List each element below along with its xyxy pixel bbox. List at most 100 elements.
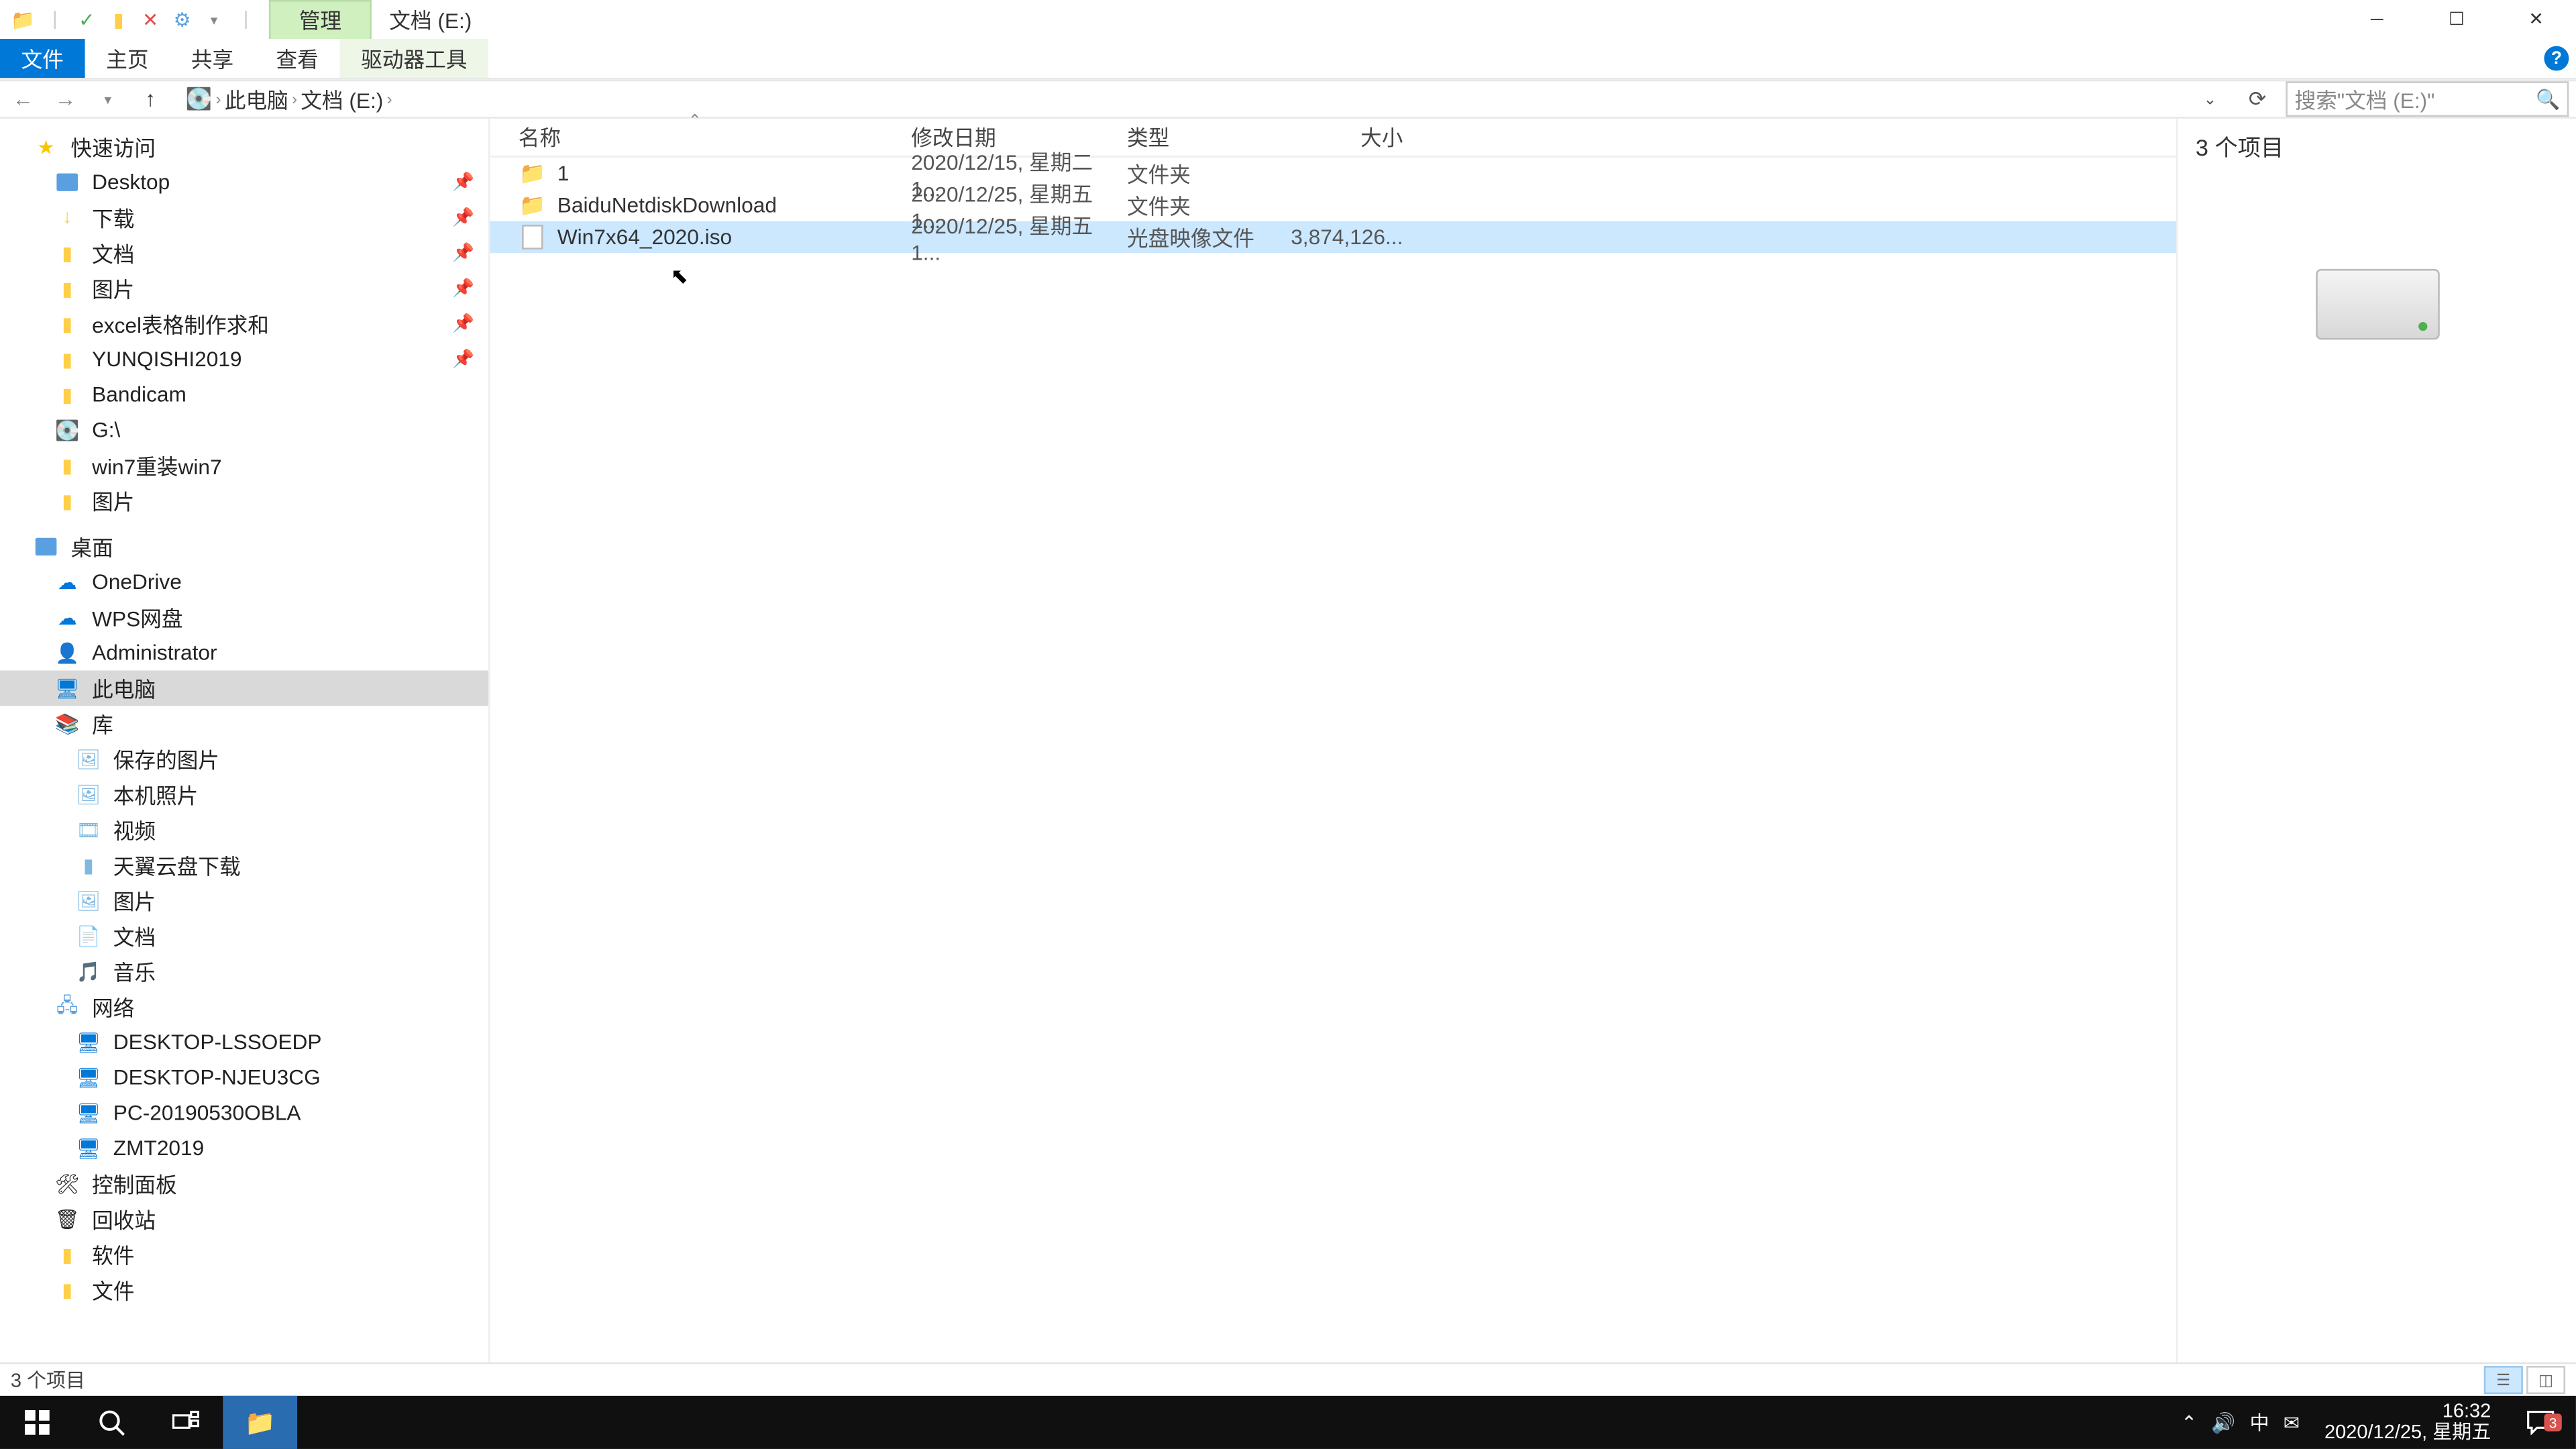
- file-row[interactable]: 📁12020/12/15, 星期二 1...文件夹: [490, 158, 2176, 189]
- contextual-tab-management[interactable]: 管理: [269, 0, 372, 39]
- qat-properties-icon[interactable]: ⚙: [166, 3, 198, 35]
- nav-up-button[interactable]: ↑: [134, 87, 166, 111]
- sidebar-item-pc2[interactable]: 🖥DESKTOP-NJEU3CG: [0, 1060, 488, 1095]
- column-size[interactable]: 大小: [1304, 122, 1410, 152]
- breadcrumb[interactable]: 💽 › 此电脑 › 文档 (E:) › ⌄: [177, 83, 2229, 116]
- sidebar-item-cameraroll[interactable]: 🖼本机照片: [0, 777, 488, 812]
- ime-indicator[interactable]: 中: [2250, 1408, 2269, 1436]
- sidebar-label: 本机照片: [113, 780, 199, 810]
- library-icon: 📚: [53, 711, 81, 736]
- nav-recent-dropdown[interactable]: ▾: [92, 91, 123, 107]
- sidebar-item-music[interactable]: 🎵音乐: [0, 954, 488, 989]
- sidebar-item-pc3[interactable]: 🖥PC-20190530OBLA: [0, 1095, 488, 1130]
- qat-checkbox-icon[interactable]: ✓: [70, 3, 102, 35]
- address-bar-row: ← → ▾ ↑ 💽 › 此电脑 › 文档 (E:) › ⌄ ⟳ 搜索"文档 (E…: [0, 80, 2576, 119]
- file-list[interactable]: ⌃ 名称 修改日期 类型 大小 ⬉ 📁12020/12/15, 星期二 1...…: [490, 119, 2176, 1362]
- sidebar-item-onedrive[interactable]: ☁OneDrive: [0, 564, 488, 600]
- maximize-button[interactable]: ☐: [2417, 0, 2497, 39]
- sidebar-label: excel表格制作求和: [92, 309, 269, 339]
- close-button[interactable]: ✕: [2496, 0, 2576, 39]
- nav-forward-button[interactable]: →: [50, 87, 81, 111]
- chevron-right-icon[interactable]: ›: [216, 91, 221, 108]
- qat-folder-icon[interactable]: ▮: [103, 3, 134, 35]
- column-type[interactable]: 类型: [1127, 122, 1304, 152]
- sidebar-item-bandicam[interactable]: ▮Bandicam: [0, 377, 488, 413]
- taskbar-explorer-button[interactable]: 📁: [223, 1396, 297, 1449]
- volume-icon[interactable]: 🔊: [2211, 1411, 2235, 1434]
- sidebar-item-downloads[interactable]: ↓下载📌: [0, 200, 488, 235]
- ribbon-tab-share[interactable]: 共享: [170, 39, 255, 78]
- ribbon-tab-file[interactable]: 文件: [0, 39, 85, 78]
- sidebar-item-documents3[interactable]: 📄文档: [0, 918, 488, 954]
- nav-back-button[interactable]: ←: [7, 87, 39, 111]
- sidebar-item-this-pc[interactable]: 🖥此电脑: [0, 671, 488, 706]
- sidebar-item-pictures[interactable]: ▮图片📌: [0, 271, 488, 307]
- sidebar-item-file[interactable]: ▮文件: [0, 1272, 488, 1307]
- sidebar-item-wps[interactable]: ☁WPS网盘: [0, 600, 488, 635]
- search-placeholder: 搜索"文档 (E:)": [2295, 84, 2435, 114]
- pc-icon: 🖥: [53, 676, 81, 700]
- minimize-button[interactable]: ─: [2337, 0, 2417, 39]
- sidebar-label: 网络: [92, 991, 134, 1022]
- sidebar-item-gdrive[interactable]: 💽G:\: [0, 412, 488, 447]
- taskbar-clock[interactable]: 16:32 2020/12/25, 星期五: [2314, 1401, 2502, 1444]
- crumb-current[interactable]: 文档 (E:): [301, 84, 383, 114]
- start-button[interactable]: [0, 1396, 74, 1449]
- sidebar-item-admin[interactable]: 👤Administrator: [0, 635, 488, 671]
- sidebar-item-library[interactable]: 📚库: [0, 706, 488, 741]
- sidebar-quick-access[interactable]: ★快速访问: [0, 129, 488, 165]
- sidebar-label: win7重装win7: [92, 450, 222, 480]
- pictures-icon: 🖼: [74, 747, 103, 771]
- search-input[interactable]: 搜索"文档 (E:)" 🔍: [2286, 81, 2569, 117]
- view-large-icons-button[interactable]: ◫: [2526, 1366, 2565, 1394]
- folder-icon: 📁: [519, 191, 547, 219]
- sidebar-item-desktop[interactable]: Desktop📌: [0, 164, 488, 200]
- chevron-right-icon[interactable]: ›: [387, 91, 392, 108]
- pin-icon: 📌: [452, 278, 474, 298]
- column-name[interactable]: 名称: [519, 122, 911, 152]
- task-view-button[interactable]: [149, 1396, 223, 1449]
- folder-icon: ▮: [53, 382, 81, 407]
- search-icon[interactable]: 🔍: [2536, 88, 2560, 111]
- cloud-icon: ☁: [53, 605, 81, 630]
- qat-dropdown-icon[interactable]: ▾: [198, 3, 229, 35]
- address-dropdown-icon[interactable]: ⌄: [2200, 89, 2220, 109]
- sidebar-item-pc1[interactable]: 🖥DESKTOP-LSSOEDP: [0, 1024, 488, 1060]
- sidebar-label: 文件: [92, 1275, 134, 1305]
- ribbon-tab-home[interactable]: 主页: [85, 39, 170, 78]
- sidebar-item-excel[interactable]: ▮excel表格制作求和📌: [0, 306, 488, 341]
- sidebar-item-tianyi[interactable]: ▮天翼云盘下载: [0, 847, 488, 883]
- folder-icon: ▮: [53, 488, 81, 513]
- search-button[interactable]: [74, 1396, 149, 1449]
- tray-overflow-icon[interactable]: ⌃: [2181, 1411, 2197, 1434]
- crumb-this-pc[interactable]: 此电脑: [225, 84, 288, 114]
- refresh-button[interactable]: ⟳: [2240, 87, 2275, 111]
- ribbon-tab-view[interactable]: 查看: [255, 39, 340, 78]
- sidebar-item-software[interactable]: ▮软件: [0, 1236, 488, 1272]
- ribbon-tab-driver-tools[interactable]: 驱动器工具: [340, 39, 489, 78]
- sidebar-item-pc4[interactable]: 🖥ZMT2019: [0, 1130, 488, 1166]
- sidebar-item-savedpics[interactable]: 🖼保存的图片: [0, 741, 488, 777]
- action-center-button[interactable]: 3: [2516, 1410, 2565, 1435]
- sidebar-item-video[interactable]: 🎞视频: [0, 812, 488, 848]
- chevron-right-icon[interactable]: ›: [292, 91, 297, 108]
- sidebar-label: 文档: [113, 921, 156, 951]
- pin-icon: 📌: [452, 244, 474, 263]
- sidebar-item-documents[interactable]: ▮文档📌: [0, 235, 488, 271]
- file-row[interactable]: 📁BaiduNetdiskDownload2020/12/25, 星期五 1..…: [490, 189, 2176, 221]
- sidebar-item-yunqi[interactable]: ▮YUNQISHI2019📌: [0, 341, 488, 377]
- sidebar-item-pictures2[interactable]: ▮图片: [0, 483, 488, 519]
- folder-icon: 📁: [245, 1407, 276, 1438]
- folder-icon: ▮: [53, 453, 81, 478]
- tray-app-icon[interactable]: ✉: [2284, 1411, 2300, 1434]
- sidebar-item-win7[interactable]: ▮ win7重装win7: [0, 447, 488, 483]
- sidebar-desktop-root[interactable]: 桌面: [0, 529, 488, 565]
- sidebar-item-controlpanel[interactable]: 🛠控制面板: [0, 1166, 488, 1201]
- help-icon[interactable]: ?: [2544, 46, 2569, 71]
- sidebar-item-recycle[interactable]: 🗑回收站: [0, 1201, 488, 1237]
- qat-close-icon[interactable]: ✕: [134, 3, 166, 35]
- file-row[interactable]: Win7x64_2020.iso2020/12/25, 星期五 1...光盘映像…: [490, 221, 2176, 253]
- view-details-button[interactable]: ☰: [2484, 1366, 2523, 1394]
- sidebar-item-network[interactable]: 🖧网络: [0, 989, 488, 1024]
- sidebar-item-pictures3[interactable]: 🖼图片: [0, 883, 488, 918]
